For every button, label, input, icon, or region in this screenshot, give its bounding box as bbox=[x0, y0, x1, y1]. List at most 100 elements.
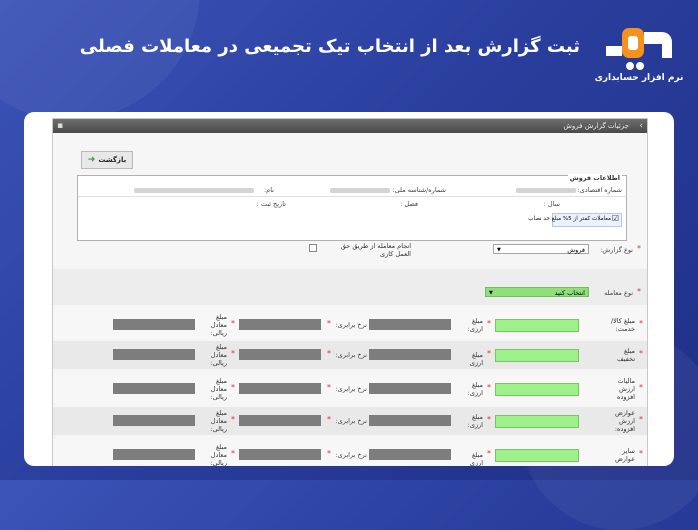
rial-amount-field[interactable] bbox=[113, 383, 195, 394]
screenshot-card: جزئیات گزارش فروش › ▪ بازگشت ➜ اطلاعات ف… bbox=[24, 112, 674, 466]
other-duties-row: * سایر عوارض * مبلغ ارزی نرخ برابری: * *… bbox=[53, 441, 647, 466]
discount-row: * مبلغ تخفیف * مبلغ ارزی نرخ برابری: * *… bbox=[53, 341, 647, 369]
rate-label: نرخ برابری: bbox=[335, 385, 367, 393]
report-type-select[interactable]: فروش ▼ bbox=[493, 244, 589, 254]
rate-field[interactable] bbox=[239, 319, 321, 330]
row-label: مبلغ تخفیف bbox=[617, 347, 635, 363]
aggregate-checkbox-label: معاملات کمتر از 5% مبلغ حد نصاب bbox=[528, 216, 611, 222]
currency-amount-field[interactable] bbox=[369, 319, 451, 330]
row-label: مالیات ارزش افزوده bbox=[617, 377, 635, 401]
sales-info-fieldset: اطلاعات فروش شماره اقتصادی: شماره/شناسه … bbox=[77, 174, 627, 241]
economic-code-value bbox=[516, 188, 576, 193]
required-mark: * bbox=[231, 415, 235, 424]
currency-amount-label: مبلغ ارزی: bbox=[467, 317, 483, 333]
currency-amount-label: مبلغ ارزی: bbox=[467, 413, 483, 429]
required-mark: * bbox=[327, 319, 331, 328]
currency-amount-field[interactable] bbox=[369, 415, 451, 426]
required-mark: * bbox=[637, 244, 641, 253]
row-label: سایر عوارض bbox=[614, 447, 635, 463]
report-type-label: نوع گزارش: bbox=[600, 246, 633, 254]
rial-amount-label: مبلغ معادل ریالی: bbox=[210, 409, 227, 433]
required-mark: * bbox=[639, 449, 643, 458]
agent-checkbox-label: انجام معامله از طریق حق العمل کاری bbox=[340, 242, 411, 258]
brand-logo-text: نرم افزار حسابداری bbox=[594, 73, 684, 83]
required-mark: * bbox=[231, 449, 235, 458]
dropdown-arrow-icon: ▼ bbox=[489, 290, 493, 296]
name-label: نام: bbox=[263, 186, 274, 194]
rate-field[interactable] bbox=[239, 449, 321, 460]
required-mark: * bbox=[487, 349, 491, 358]
required-mark: * bbox=[231, 319, 235, 328]
required-mark: * bbox=[487, 383, 491, 392]
deal-type-label: نوع معامله bbox=[604, 289, 633, 297]
economic-code-label: شماره اقتصادی: bbox=[577, 186, 622, 194]
required-mark: * bbox=[487, 449, 491, 458]
currency-amount-label: مبلغ ارزی bbox=[469, 451, 483, 466]
vat-row: * مالیات ارزش افزوده * مبلغ ارزی: نرخ بر… bbox=[53, 375, 647, 403]
currency-amount-label: مبلغ ارزی: bbox=[467, 381, 483, 397]
rial-amount-label: مبلغ معادل ریالی: bbox=[210, 377, 227, 401]
national-id-value bbox=[330, 188, 390, 193]
currency-amount-label: مبلغ ارزی bbox=[469, 351, 483, 367]
aggregate-option[interactable]: ☑ معاملات کمتر از 5% مبلغ حد نصاب bbox=[528, 213, 622, 227]
required-mark: * bbox=[327, 415, 331, 424]
rial-amount-label: مبلغ معادل ریالی: bbox=[210, 443, 227, 466]
rial-amount-label: مبلغ معادل ریالی: bbox=[210, 343, 227, 367]
name-value bbox=[134, 188, 254, 193]
rate-label: نرخ برابری: bbox=[335, 417, 367, 425]
checkbox-checked-icon[interactable]: ☑ bbox=[612, 214, 619, 223]
info-divider bbox=[78, 196, 626, 197]
required-mark: * bbox=[231, 383, 235, 392]
dropdown-arrow-icon: ▼ bbox=[497, 247, 501, 253]
rate-label: نرخ برابری: bbox=[335, 451, 367, 459]
row-label: مبلغ کالا/ خدمت: bbox=[610, 317, 635, 333]
back-button-label: بازگشت bbox=[98, 156, 127, 164]
required-mark: * bbox=[637, 287, 641, 296]
amount-input[interactable] bbox=[495, 383, 579, 396]
amount-input[interactable] bbox=[495, 319, 579, 332]
amount-row: * مبلغ کالا/ خدمت: * مبلغ ارزی: نرخ براب… bbox=[53, 311, 647, 339]
back-button[interactable]: بازگشت ➜ bbox=[81, 151, 133, 169]
record-date-label: تاریخ ثبت : bbox=[256, 200, 286, 208]
window-title: جزئیات گزارش فروش bbox=[563, 122, 629, 130]
rial-amount-label: مبلغ معادل ریالی: bbox=[210, 313, 227, 337]
agent-checkbox[interactable] bbox=[309, 244, 317, 252]
required-mark: * bbox=[327, 449, 331, 458]
page-title: ثبت گزارش بعد از انتخاب تیک تجمیعی در مع… bbox=[79, 36, 580, 57]
rate-label: نرخ برابری: bbox=[335, 321, 367, 329]
arrow-right-icon: ➜ bbox=[87, 155, 96, 165]
currency-amount-field[interactable] bbox=[369, 349, 451, 360]
required-mark: * bbox=[639, 415, 643, 424]
amount-input[interactable] bbox=[495, 449, 579, 462]
amount-input[interactable] bbox=[495, 415, 579, 428]
chevron-left-icon[interactable]: › bbox=[639, 119, 643, 133]
rial-amount-field[interactable] bbox=[113, 449, 195, 460]
window-titlebar: جزئیات گزارش فروش › ▪ bbox=[53, 119, 647, 133]
row-label: عوارض ارزش افزوده: bbox=[614, 409, 635, 433]
required-mark: * bbox=[639, 319, 643, 328]
vat-duty-row: * عوارض ارزش افزوده: * مبلغ ارزی: نرخ بر… bbox=[53, 407, 647, 435]
sales-info-legend: اطلاعات فروش bbox=[567, 174, 622, 182]
report-window: جزئیات گزارش فروش › ▪ بازگشت ➜ اطلاعات ف… bbox=[52, 118, 648, 466]
rial-amount-field[interactable] bbox=[113, 319, 195, 330]
currency-amount-field[interactable] bbox=[369, 383, 451, 394]
year-label: سال : bbox=[543, 200, 560, 208]
rate-field[interactable] bbox=[239, 383, 321, 394]
currency-amount-field[interactable] bbox=[369, 449, 451, 460]
report-type-value: فروش bbox=[567, 246, 585, 254]
rial-amount-field[interactable] bbox=[113, 349, 195, 360]
required-mark: * bbox=[639, 349, 643, 358]
required-mark: * bbox=[639, 383, 643, 392]
required-mark: * bbox=[487, 415, 491, 424]
rate-field[interactable] bbox=[239, 349, 321, 360]
window-menu-icon[interactable]: ▪ bbox=[57, 119, 63, 133]
required-mark: * bbox=[327, 383, 331, 392]
rial-amount-field[interactable] bbox=[113, 415, 195, 426]
required-mark: * bbox=[231, 349, 235, 358]
required-mark: * bbox=[327, 349, 331, 358]
deal-type-select[interactable]: انتخاب کنید ▼ bbox=[485, 287, 589, 297]
deal-type-value: انتخاب کنید bbox=[554, 289, 585, 297]
rate-field[interactable] bbox=[239, 415, 321, 426]
national-id-label: شماره/شناسه ملی: bbox=[392, 186, 446, 194]
amount-input[interactable] bbox=[495, 349, 579, 362]
